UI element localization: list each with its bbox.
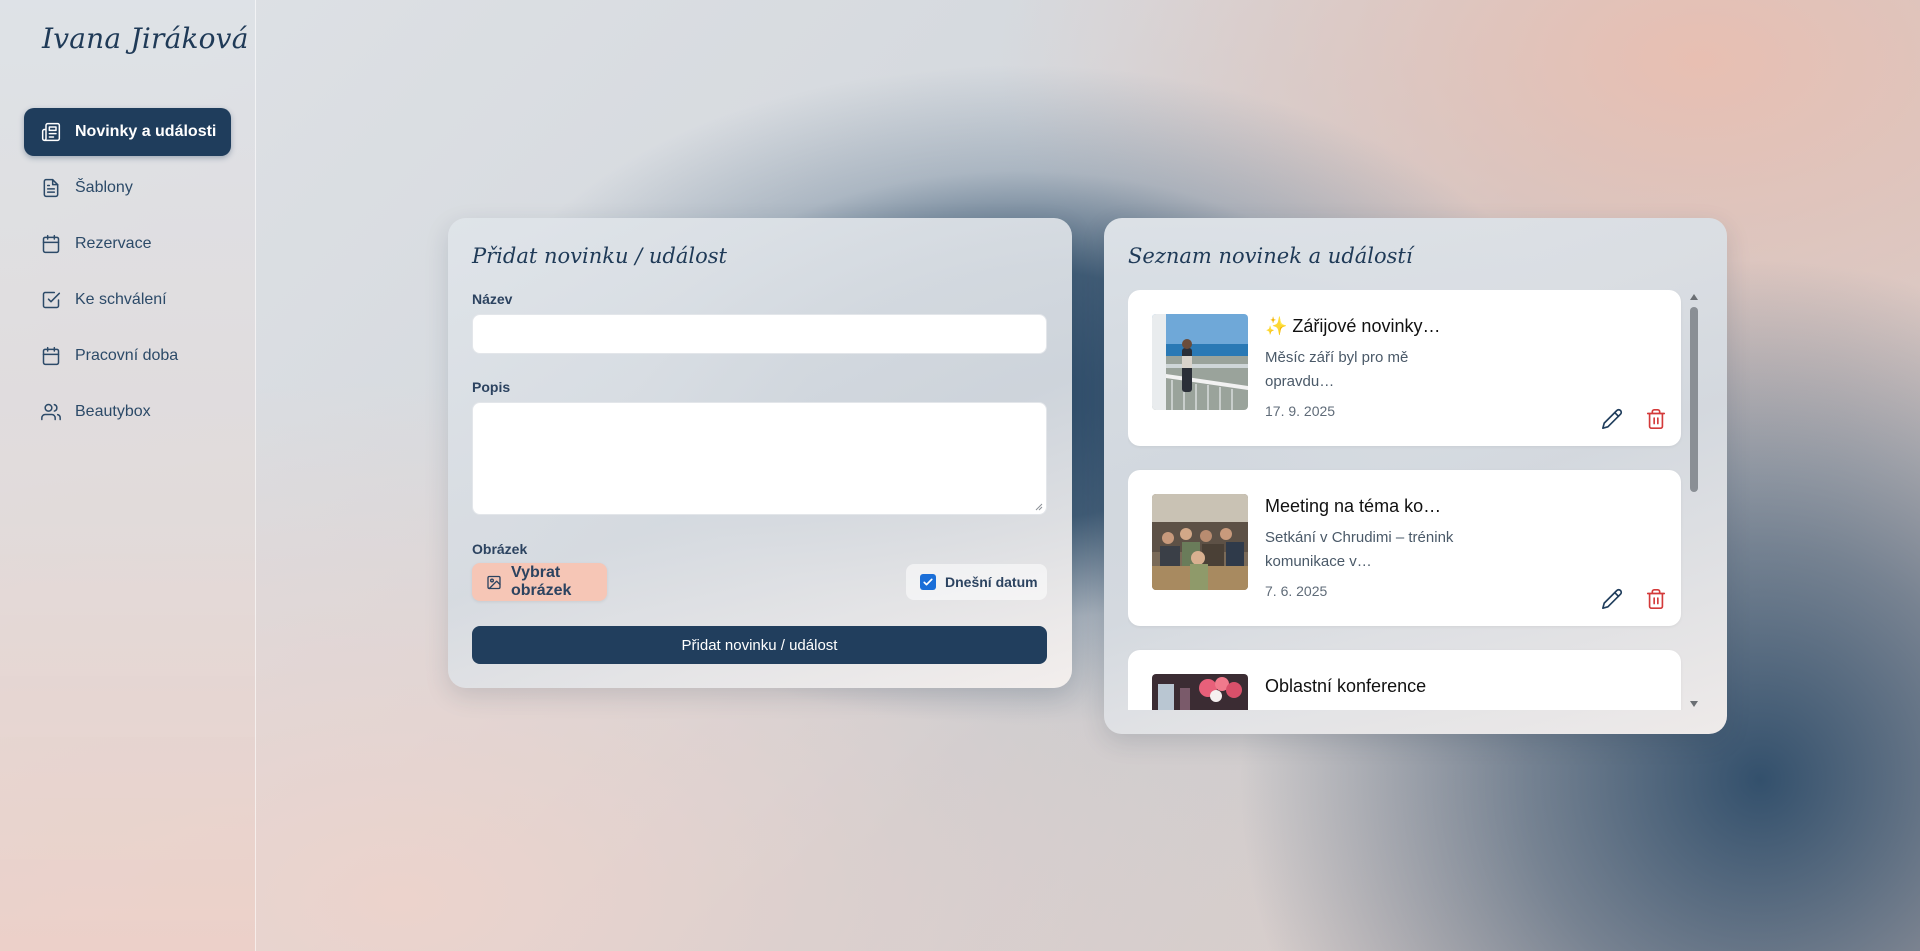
calendar-icon <box>41 234 61 254</box>
scroll-thumb[interactable] <box>1690 307 1698 492</box>
sidebar-item-label: Šablony <box>75 179 133 196</box>
sidebar-item-sablony[interactable]: Šablony <box>24 164 231 212</box>
add-news-button[interactable]: Přidat novinku / událost <box>472 626 1047 664</box>
news-thumbnail <box>1152 674 1248 710</box>
users-icon <box>41 402 61 422</box>
list-title: Seznam novinek a událostí <box>1128 244 1413 268</box>
brand-name: Ivana Jiráková <box>42 22 249 55</box>
check-square-icon <box>41 290 61 310</box>
sidebar-item-ke-schvaleni[interactable]: Ke schválení <box>24 276 231 324</box>
news-list-card: Seznam novinek a událostí ✨ Zářijové nov… <box>1104 218 1727 734</box>
image-icon <box>487 575 501 589</box>
news-description: Setkání v Chrudimi – trénink komunikace … <box>1265 529 1454 570</box>
scroll-up-arrow-icon[interactable] <box>1690 294 1698 300</box>
list-item[interactable]: Meeting na téma ko… Setkání v Chrudimi –… <box>1128 470 1681 626</box>
edit-icon[interactable] <box>1601 408 1623 430</box>
sidebar-item-beautybox[interactable]: Beautybox <box>24 388 231 436</box>
description-label: Popis <box>472 379 511 395</box>
trash-icon[interactable] <box>1645 588 1667 610</box>
news-thumbnail <box>1152 314 1248 410</box>
sidebar-item-label: Beautybox <box>75 403 151 420</box>
today-date-label: Dnešní datum <box>945 574 1038 590</box>
news-list[interactable]: ✨ Zářijové novinky… Měsíc září byl pro m… <box>1128 290 1695 710</box>
today-date-checkbox[interactable] <box>920 574 936 590</box>
checkmark-icon <box>923 578 933 586</box>
news-thumbnail <box>1152 494 1248 590</box>
news-date: 7. 6. 2025 <box>1265 583 1328 599</box>
image-label: Obrázek <box>472 541 528 557</box>
resize-grip-icon[interactable] <box>1034 502 1043 511</box>
list-item[interactable]: ✨ Zářijové novinky… Měsíc září byl pro m… <box>1128 290 1681 446</box>
news-date: 17. 9. 2025 <box>1265 403 1336 419</box>
today-date-toggle[interactable]: Dnešní datum <box>906 564 1047 600</box>
newspaper-icon <box>41 122 61 142</box>
scroll-down-arrow-icon[interactable] <box>1690 701 1698 707</box>
news-title: Meeting na téma ko… <box>1265 496 1442 516</box>
news-description: Měsíc září byl pro mě opravdu… <box>1265 349 1409 390</box>
sidebar-item-label: Novinky a události <box>75 123 217 140</box>
choose-image-label: Vybrat obrázek <box>510 564 572 599</box>
sidebar-item-rezervace[interactable]: Rezervace <box>24 220 231 268</box>
news-title: Oblastní konference <box>1265 676 1427 696</box>
sidebar-item-novinky[interactable]: Novinky a události <box>24 108 231 156</box>
list-scrollbar[interactable] <box>1687 291 1701 710</box>
document-icon <box>41 178 61 198</box>
trash-icon[interactable] <box>1645 408 1667 430</box>
list-item[interactable]: Oblastní konference <box>1128 650 1681 710</box>
name-input[interactable] <box>472 314 1047 354</box>
sidebar-item-pracovni-doba[interactable]: Pracovní doba <box>24 332 231 380</box>
news-title: ✨ Zářijové novinky… <box>1265 316 1441 336</box>
add-news-card: Přidat novinku / událost Název Popis Obr… <box>448 218 1072 688</box>
description-textarea[interactable] <box>472 402 1047 515</box>
sidebar-item-label: Rezervace <box>75 235 152 252</box>
edit-icon[interactable] <box>1601 588 1623 610</box>
sidebar-item-label: Ke schválení <box>75 291 167 308</box>
calendar-icon <box>41 346 61 366</box>
name-label: Název <box>472 291 513 307</box>
sidebar: Ivana Jiráková Novinky a události Šablon… <box>0 0 256 951</box>
form-title: Přidat novinku / událost <box>472 244 727 268</box>
sidebar-item-label: Pracovní doba <box>75 347 179 364</box>
choose-image-button[interactable]: Vybrat obrázek <box>472 563 607 601</box>
sidebar-nav: Novinky a události Šablony Rezervace Ke … <box>24 108 231 444</box>
